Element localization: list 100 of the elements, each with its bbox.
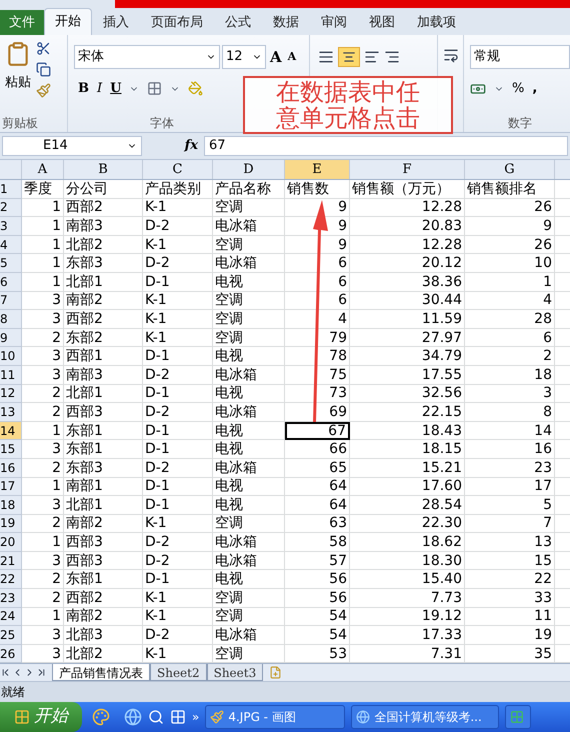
ribbon-tab[interactable]: 开始	[44, 8, 92, 35]
table-cell: D-1	[143, 570, 213, 590]
shrink-font-button[interactable]: A	[286, 48, 298, 66]
row-header[interactable]: 12	[0, 384, 22, 404]
table-cell: 电视	[213, 440, 285, 459]
cut-icon[interactable]	[36, 41, 51, 56]
font-style-button[interactable]: I	[97, 79, 102, 98]
row-header[interactable]: 6	[0, 272, 22, 292]
fill-color-icon[interactable]	[188, 81, 204, 96]
table-cell: 东部1	[64, 440, 143, 459]
row-header[interactable]: 15	[0, 440, 22, 459]
ribbon-tab[interactable]: 插入	[92, 10, 140, 35]
align-left-icon[interactable]	[364, 49, 380, 65]
row-header[interactable]: 13	[0, 403, 22, 422]
row-header[interactable]: 20	[0, 533, 22, 552]
function-label[interactable]: fx	[148, 136, 198, 156]
app-icon[interactable]	[92, 708, 110, 726]
row-header[interactable]: 4	[0, 236, 22, 254]
row-header[interactable]: 11	[0, 366, 22, 385]
table-cell: 1	[22, 533, 64, 552]
ribbon-tab[interactable]: 数据	[262, 10, 310, 35]
table-cell: 33	[465, 589, 555, 608]
sheet-tab[interactable]: Sheet2	[150, 664, 207, 682]
row-header[interactable]: 7	[0, 292, 22, 310]
align-right-icon[interactable]	[384, 49, 400, 65]
row-header[interactable]: 14	[0, 422, 22, 440]
row-header[interactable]: 9	[0, 328, 22, 348]
row-header[interactable]: 16	[0, 458, 22, 478]
number-format-field[interactable]: 常规	[470, 45, 570, 69]
table-cell: 20.83	[350, 217, 465, 236]
font-style-button[interactable]: B	[78, 79, 89, 98]
taskbar-button[interactable]: 全国计算机等级考...	[351, 705, 500, 730]
row-header[interactable]: 22	[0, 570, 22, 590]
row-header[interactable]: 25	[0, 626, 22, 645]
borders-icon[interactable]	[147, 81, 162, 96]
wrap-text-icon[interactable]	[442, 47, 458, 63]
table-cell: K-1	[143, 608, 213, 626]
ribbon-tab[interactable]: 审阅	[310, 10, 358, 35]
paste-button[interactable]: 粘贴	[5, 73, 31, 92]
comma-button[interactable]: ,	[532, 79, 538, 98]
row-header[interactable]: 5	[0, 254, 22, 273]
table-cell: 电冰箱	[213, 552, 285, 570]
row-header[interactable]: 24	[0, 608, 22, 626]
table-cell: 1	[22, 608, 64, 626]
taskbar-button[interactable]	[505, 705, 532, 730]
table-cell: 分公司	[64, 180, 143, 199]
percent-button[interactable]: %	[512, 79, 524, 98]
column-header[interactable]: F	[350, 160, 465, 179]
table-cell: 12.28	[350, 198, 465, 218]
ribbon-tab[interactable]: 加载项	[406, 10, 467, 35]
row-header[interactable]: 18	[0, 496, 22, 515]
table-cell: 22.30	[350, 514, 465, 534]
row-header[interactable]: 1	[0, 180, 22, 199]
name-box[interactable]: E14	[2, 136, 142, 156]
column-header[interactable]: A	[22, 160, 64, 179]
column-header[interactable]: E	[285, 160, 350, 179]
taskbar-button[interactable]: 4.JPG - 画图	[205, 705, 346, 730]
row-header[interactable]: 19	[0, 514, 22, 534]
table-cell: 电冰箱	[213, 626, 285, 645]
browser-icon[interactable]	[124, 708, 142, 726]
font-name-field[interactable]: 宋体	[74, 45, 220, 69]
row-header[interactable]: 10	[0, 347, 22, 366]
ribbon-tab[interactable]: 页面布局	[140, 10, 214, 35]
copy-icon[interactable]	[36, 62, 51, 77]
start-button[interactable]: 开始	[0, 702, 82, 732]
table-cell: 15.40	[350, 570, 465, 590]
overflow-button[interactable]: »	[192, 708, 200, 726]
sheet-tab[interactable]: 产品销售情况表	[52, 664, 150, 682]
column-header[interactable]: B	[64, 160, 143, 179]
align-middle-icon[interactable]	[338, 47, 360, 67]
search-icon[interactable]	[148, 709, 164, 726]
row-header[interactable]: 2	[0, 198, 22, 218]
formula-field[interactable]: 67	[204, 136, 568, 156]
first-sheet-icon[interactable]	[0, 667, 11, 678]
table-cell: 7.73	[350, 589, 465, 608]
row-header[interactable]: 17	[0, 478, 22, 496]
row-header[interactable]: 21	[0, 552, 22, 570]
column-header[interactable]: C	[143, 160, 213, 179]
table-cell: 9	[465, 217, 555, 236]
row-header[interactable]: 26	[0, 644, 22, 664]
table-cell: 南部3	[64, 217, 143, 236]
ribbon-tab[interactable]: 文件	[0, 10, 44, 35]
ribbon-tab[interactable]: 视图	[358, 10, 406, 35]
last-sheet-icon[interactable]	[36, 667, 47, 678]
align-top-icon[interactable]	[318, 49, 334, 65]
ribbon-tab[interactable]: 公式	[214, 10, 262, 35]
table-cell: 北部2	[64, 236, 143, 254]
table-cell: 空调	[213, 292, 285, 310]
annotation-text: 在数据表中任	[276, 79, 420, 105]
column-header[interactable]: G	[465, 160, 555, 179]
font-size-field[interactable]: 12	[222, 45, 266, 69]
table-cell: 电冰箱	[213, 254, 285, 273]
format-painter-icon[interactable]	[36, 83, 51, 98]
row-header[interactable]: 8	[0, 310, 22, 329]
grow-font-button[interactable]: A	[268, 46, 284, 68]
table-cell: 1	[22, 198, 64, 218]
sheet-tab[interactable]: Sheet3	[206, 664, 264, 682]
font-style-button[interactable]: U	[110, 79, 122, 98]
row-header[interactable]: 23	[0, 589, 22, 608]
row-header[interactable]: 3	[0, 217, 22, 236]
